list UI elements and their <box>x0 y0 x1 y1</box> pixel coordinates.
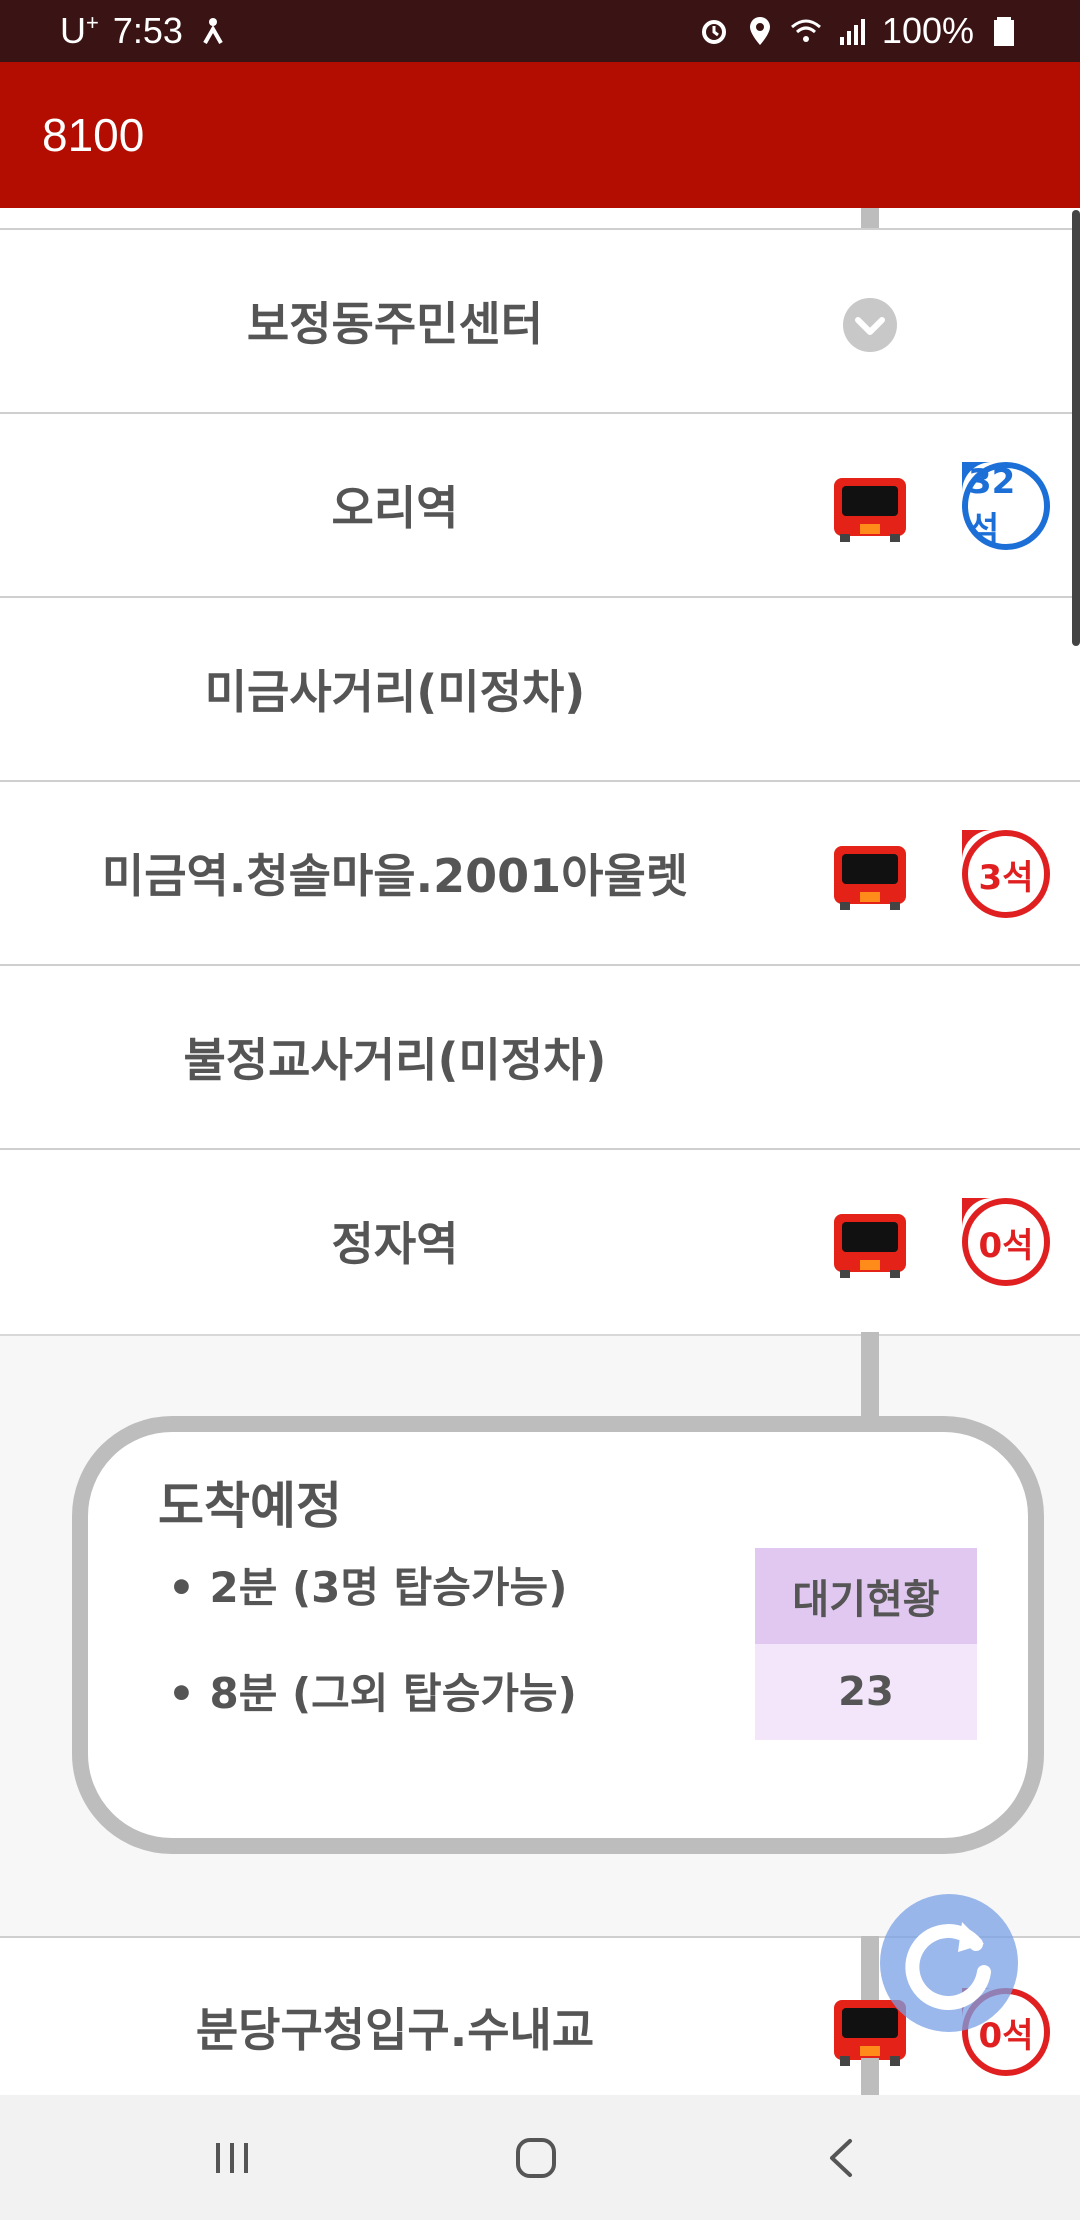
stop-name: 분당구청입구.수내교 <box>195 2002 595 2057</box>
stop-name: 보정동주민센터 <box>246 297 544 351</box>
waiting-status-label: 대기현황 <box>755 1548 977 1644</box>
seat-badge: 32석 <box>962 462 1050 550</box>
stop-row[interactable]: 보정동주민센터 <box>0 228 1080 412</box>
refresh-icon <box>905 1922 991 2010</box>
recent-apps-icon[interactable] <box>208 2135 258 2181</box>
stop-row[interactable]: 불정교사거리(미정차) <box>0 964 1080 1148</box>
accessibility-icon <box>203 18 223 44</box>
route-line-segment <box>861 1334 879 1418</box>
badge-corner-icon <box>962 830 992 860</box>
home-icon[interactable] <box>512 2135 562 2181</box>
stop-row[interactable]: 미금역.청솔마을.2001아울렛 3석 <box>0 780 1080 964</box>
stop-row[interactable]: 오리역 32석 <box>0 412 1080 596</box>
bus-icon <box>834 478 906 542</box>
chevron-down-icon[interactable] <box>843 298 897 352</box>
badge-corner-icon <box>962 1198 992 1228</box>
arrival-time-2: • 8분 (그외 탑승가능) <box>168 1669 577 1718</box>
back-icon[interactable] <box>818 2135 868 2181</box>
system-nav-bar <box>0 2095 1080 2220</box>
arrival-time-1: • 2분 (3명 탑승가능) <box>168 1563 568 1612</box>
signal-icon <box>839 19 865 45</box>
clock: 7:53 <box>112 10 183 51</box>
bus-icon <box>834 846 906 910</box>
app-bar: 8100 <box>0 62 1080 208</box>
waiting-status-box: 대기현황 23 <box>755 1548 977 1740</box>
stop-name: 미금역.청솔마을.2001아울렛 <box>101 849 689 903</box>
stop-row[interactable]: 미금사거리(미정차) <box>0 596 1080 780</box>
stop-name: 불정교사거리(미정차) <box>183 1033 607 1087</box>
battery-percent: 100% <box>881 10 974 51</box>
battery-icon <box>994 17 1014 46</box>
badge-corner-icon <box>962 462 992 492</box>
stop-name: 미금사거리(미정차) <box>204 665 586 719</box>
seat-badge: 0석 <box>962 1198 1050 1286</box>
scrollbar-thumb[interactable] <box>1072 210 1080 646</box>
refresh-button[interactable] <box>880 1894 1018 2032</box>
seat-badge: 3석 <box>962 830 1050 918</box>
stop-row[interactable]: 정자역 0석 <box>0 1148 1080 1332</box>
arrival-title: 도착예정 <box>158 1477 342 1535</box>
waiting-status-value: 23 <box>755 1644 977 1740</box>
bus-icon <box>834 1214 906 1278</box>
stop-name: 오리역 <box>331 481 459 535</box>
location-icon <box>749 17 770 45</box>
route-number-title: 8100 <box>42 109 145 161</box>
status-bar: U+ 7:53 100% <box>0 0 1080 62</box>
stop-name: 정자역 <box>331 1217 459 1271</box>
alarm-icon <box>701 20 726 44</box>
carrier-label: U+ <box>60 10 99 51</box>
wifi-icon <box>790 19 821 42</box>
